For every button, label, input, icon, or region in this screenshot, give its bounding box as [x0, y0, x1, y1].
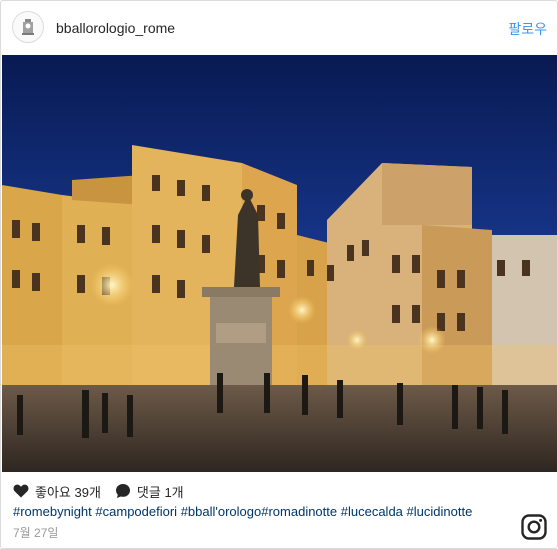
- heart-icon: [13, 484, 29, 498]
- hashtag-link[interactable]: #lucecalda: [341, 504, 403, 519]
- follow-button[interactable]: 팔로우: [508, 19, 547, 39]
- post-date: 7월 27일: [13, 526, 59, 540]
- post-header: bballorologio_rome 팔로우: [1, 1, 557, 55]
- likes-count: 좋아요 39개: [35, 484, 101, 500]
- clock-logo-icon: [22, 19, 34, 35]
- post-photo[interactable]: [2, 55, 557, 472]
- hashtag-link[interactable]: #romebynight: [13, 504, 92, 519]
- action-bar: 좋아요 39개 댓글 1개: [13, 482, 198, 500]
- profile-avatar[interactable]: [12, 11, 44, 43]
- hashtag-link[interactable]: #lucidinotte: [407, 504, 473, 519]
- comments-count: 댓글 1개: [136, 484, 184, 500]
- hashtag-link[interactable]: #bball'orologo: [181, 504, 262, 519]
- hashtag-link[interactable]: #campodefiori: [95, 504, 177, 519]
- caption-hashtags: #romebynight #campodefiori #bball'orolog…: [13, 504, 472, 519]
- hashtag-link[interactable]: #romadinotte: [261, 504, 337, 519]
- comment-icon: [115, 484, 130, 498]
- instagram-embed-card: bballorologio_rome 팔로우 좋아요 39개 댓글 1개 #ro…: [0, 0, 558, 549]
- like-button[interactable]: 좋아요 39개: [13, 482, 101, 501]
- comment-button[interactable]: 댓글 1개: [115, 482, 184, 501]
- instagram-logo-icon[interactable]: [521, 514, 547, 540]
- username-link[interactable]: bballorologio_rome: [56, 20, 175, 36]
